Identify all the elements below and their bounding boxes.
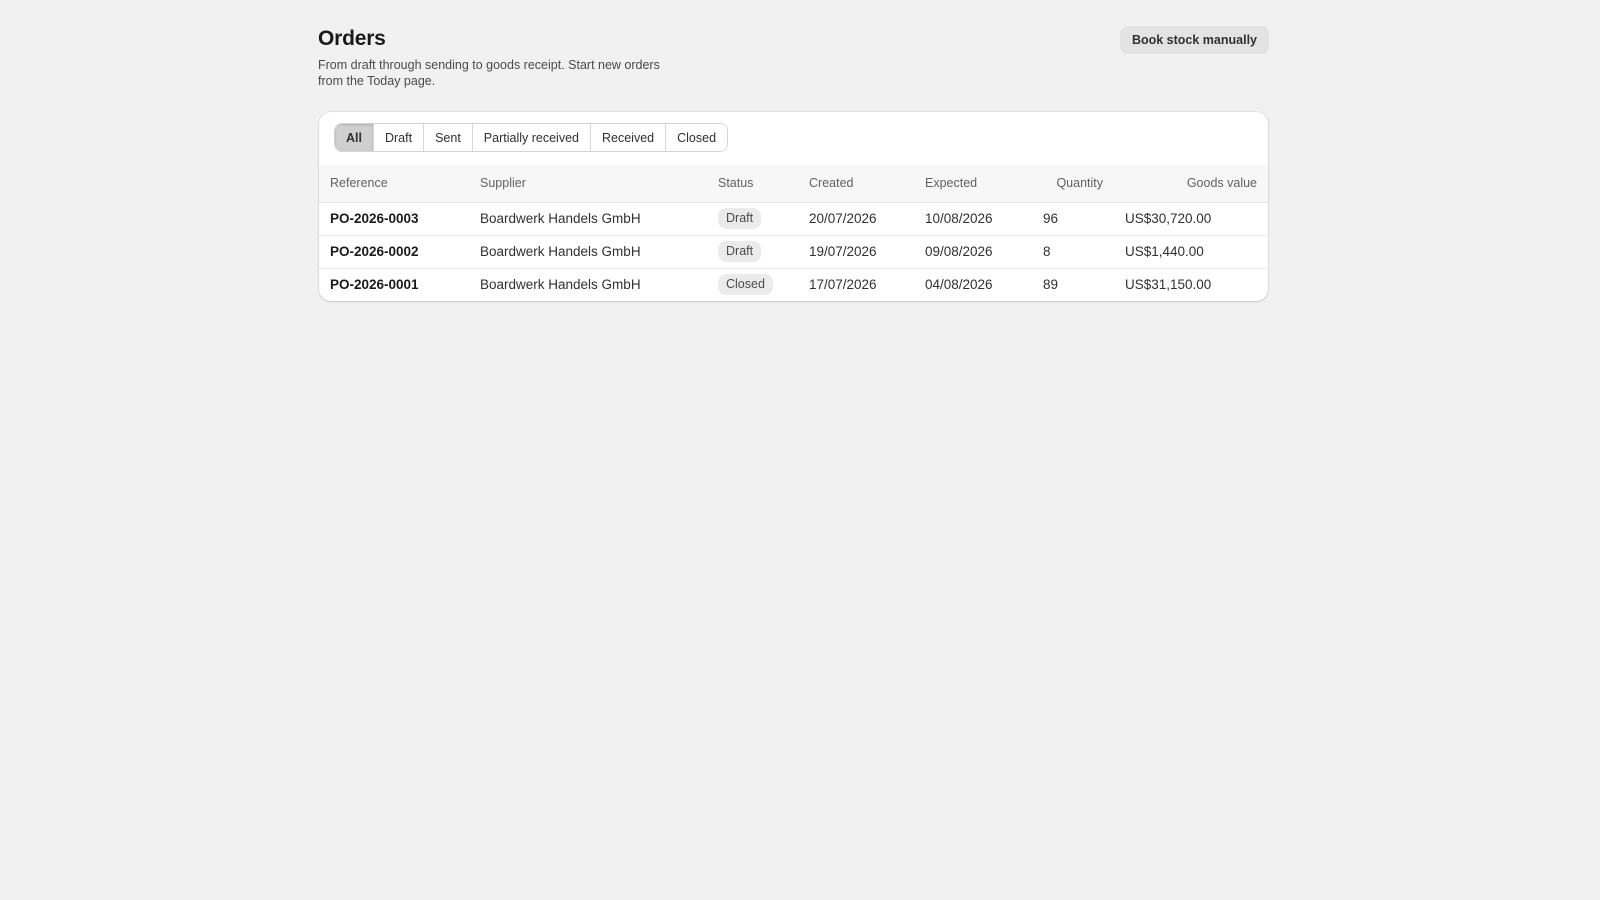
order-expected-date: 10/08/2026: [925, 211, 993, 226]
status-badge: Draft: [718, 208, 762, 229]
table-row[interactable]: PO-2026-0001 Boardwerk Handels GmbH Clos…: [319, 268, 1268, 301]
orders-page: Orders From draft through sending to goo…: [318, 24, 1269, 301]
table-row[interactable]: PO-2026-0002 Boardwerk Handels GmbH Draf…: [319, 235, 1268, 268]
order-reference[interactable]: PO-2026-0002: [319, 235, 469, 268]
order-expected-date: 09/08/2026: [925, 244, 993, 259]
page-header: Orders From draft through sending to goo…: [318, 24, 1269, 112]
column-header-goods-value[interactable]: Goods value: [1114, 165, 1268, 202]
order-supplier: Boardwerk Handels GmbH: [480, 277, 641, 293]
status-filter-bar: All Draft Sent Partially received Receiv…: [319, 112, 1268, 165]
orders-table: Reference Supplier Status Created Expect…: [319, 165, 1268, 301]
page-subtitle: From draft through sending to goods rece…: [318, 58, 660, 88]
column-header-supplier[interactable]: Supplier: [469, 165, 707, 202]
tab-sent[interactable]: Sent: [424, 124, 473, 151]
order-goods-value: US$30,720.00: [1125, 211, 1212, 226]
order-supplier: Boardwerk Handels GmbH: [480, 244, 641, 259]
order-quantity: 8: [1043, 244, 1051, 259]
order-expected-date: 04/08/2026: [925, 277, 993, 293]
column-header-status[interactable]: Status: [707, 165, 798, 202]
status-badge: Draft: [718, 241, 762, 262]
column-header-created[interactable]: Created: [798, 165, 914, 202]
order-created-date: 17/07/2026: [809, 277, 877, 293]
tab-all[interactable]: All: [335, 124, 374, 151]
order-reference[interactable]: PO-2026-0001: [319, 268, 469, 301]
column-header-expected[interactable]: Expected: [914, 165, 1032, 202]
tab-received[interactable]: Received: [590, 124, 667, 151]
order-created-date: 19/07/2026: [809, 244, 877, 259]
order-goods-value: US$1,440.00: [1125, 244, 1204, 259]
tab-partially-received[interactable]: Partially received: [472, 124, 591, 151]
table-row[interactable]: PO-2026-0003 Boardwerk Handels GmbH Draf…: [319, 202, 1268, 235]
order-quantity: 96: [1043, 211, 1059, 226]
tab-draft[interactable]: Draft: [373, 124, 425, 151]
status-filter-tabs: All Draft Sent Partially received Receiv…: [334, 123, 729, 152]
order-reference[interactable]: PO-2026-0003: [319, 202, 469, 235]
column-header-reference[interactable]: Reference: [319, 165, 469, 202]
order-goods-value: US$31,150.00: [1125, 277, 1212, 293]
book-stock-manually-button[interactable]: Book stock manually: [1119, 26, 1269, 54]
table-header-row: Reference Supplier Status Created Expect…: [319, 165, 1268, 202]
status-badge: Closed: [718, 274, 773, 296]
order-supplier: Boardwerk Handels GmbH: [480, 211, 641, 226]
tab-closed[interactable]: Closed: [666, 124, 728, 151]
page-title: Orders: [318, 27, 386, 50]
column-header-quantity[interactable]: Quantity: [1032, 165, 1114, 202]
order-quantity: 89: [1043, 277, 1059, 293]
order-created-date: 20/07/2026: [809, 211, 877, 226]
orders-card: All Draft Sent Partially received Receiv…: [319, 112, 1268, 301]
